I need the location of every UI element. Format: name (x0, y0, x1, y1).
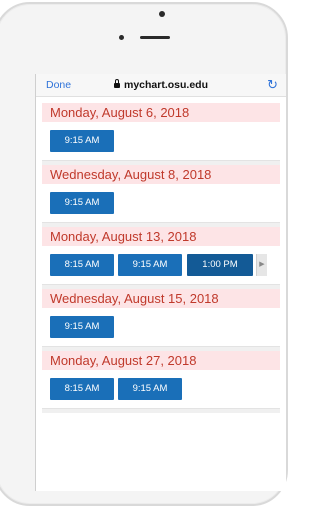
time-slot-button[interactable]: 9:15 AM (118, 254, 182, 276)
day-header: Monday, August 6, 2018 (42, 103, 280, 122)
day-header: Monday, August 13, 2018 (42, 227, 280, 246)
day-header: Wednesday, August 8, 2018 (42, 165, 280, 184)
slot-row: 8:15 AM 9:15 AM (42, 370, 280, 408)
time-slot-button[interactable]: 9:15 AM (50, 316, 114, 338)
day-block: Monday, August 6, 2018 9:15 AM (42, 103, 280, 160)
slot-row: 9:15 AM (42, 122, 280, 160)
phone-frame: Done mychart.osu.edu ↻ Monday, August 6,… (0, 0, 290, 506)
screen: Done mychart.osu.edu ↻ Monday, August 6,… (35, 74, 286, 491)
scroll-right-icon[interactable]: ▶ (256, 254, 267, 276)
day-block: Monday, August 27, 2018 8:15 AM 9:15 AM (42, 351, 280, 408)
day-block: Monday, August 13, 2018 8:15 AM 9:15 AM … (42, 227, 280, 284)
browser-bar: Done mychart.osu.edu ↻ (36, 74, 286, 97)
reload-icon[interactable]: ↻ (267, 77, 278, 93)
time-slot-button[interactable]: 9:15 AM (118, 378, 182, 400)
address-bar[interactable]: mychart.osu.edu (36, 79, 286, 91)
time-slot-button[interactable]: 9:15 AM (50, 130, 114, 152)
day-block: Wednesday, August 15, 2018 9:15 AM (42, 289, 280, 346)
day-header: Wednesday, August 15, 2018 (42, 289, 280, 308)
time-slot-button[interactable]: 1:00 PM (187, 254, 253, 276)
appointment-list: Monday, August 6, 2018 9:15 AM Wednesday… (36, 97, 286, 413)
time-slot-button[interactable]: 8:15 AM (50, 378, 114, 400)
lock-icon (113, 79, 120, 88)
day-header: Monday, August 27, 2018 (42, 351, 280, 370)
speaker-icon (140, 36, 170, 39)
slot-row: 9:15 AM (42, 308, 280, 346)
slot-row: 8:15 AM 9:15 AM 1:00 PM ▶ (42, 246, 280, 284)
camera-icon (159, 11, 165, 17)
slot-row: 9:15 AM (42, 184, 280, 222)
day-block: Wednesday, August 8, 2018 9:15 AM (42, 165, 280, 222)
time-slot-button[interactable]: 8:15 AM (50, 254, 114, 276)
sensor-icon (119, 35, 124, 40)
time-slot-button[interactable]: 9:15 AM (50, 192, 114, 214)
url-text: mychart.osu.edu (123, 79, 209, 91)
divider (42, 408, 280, 413)
